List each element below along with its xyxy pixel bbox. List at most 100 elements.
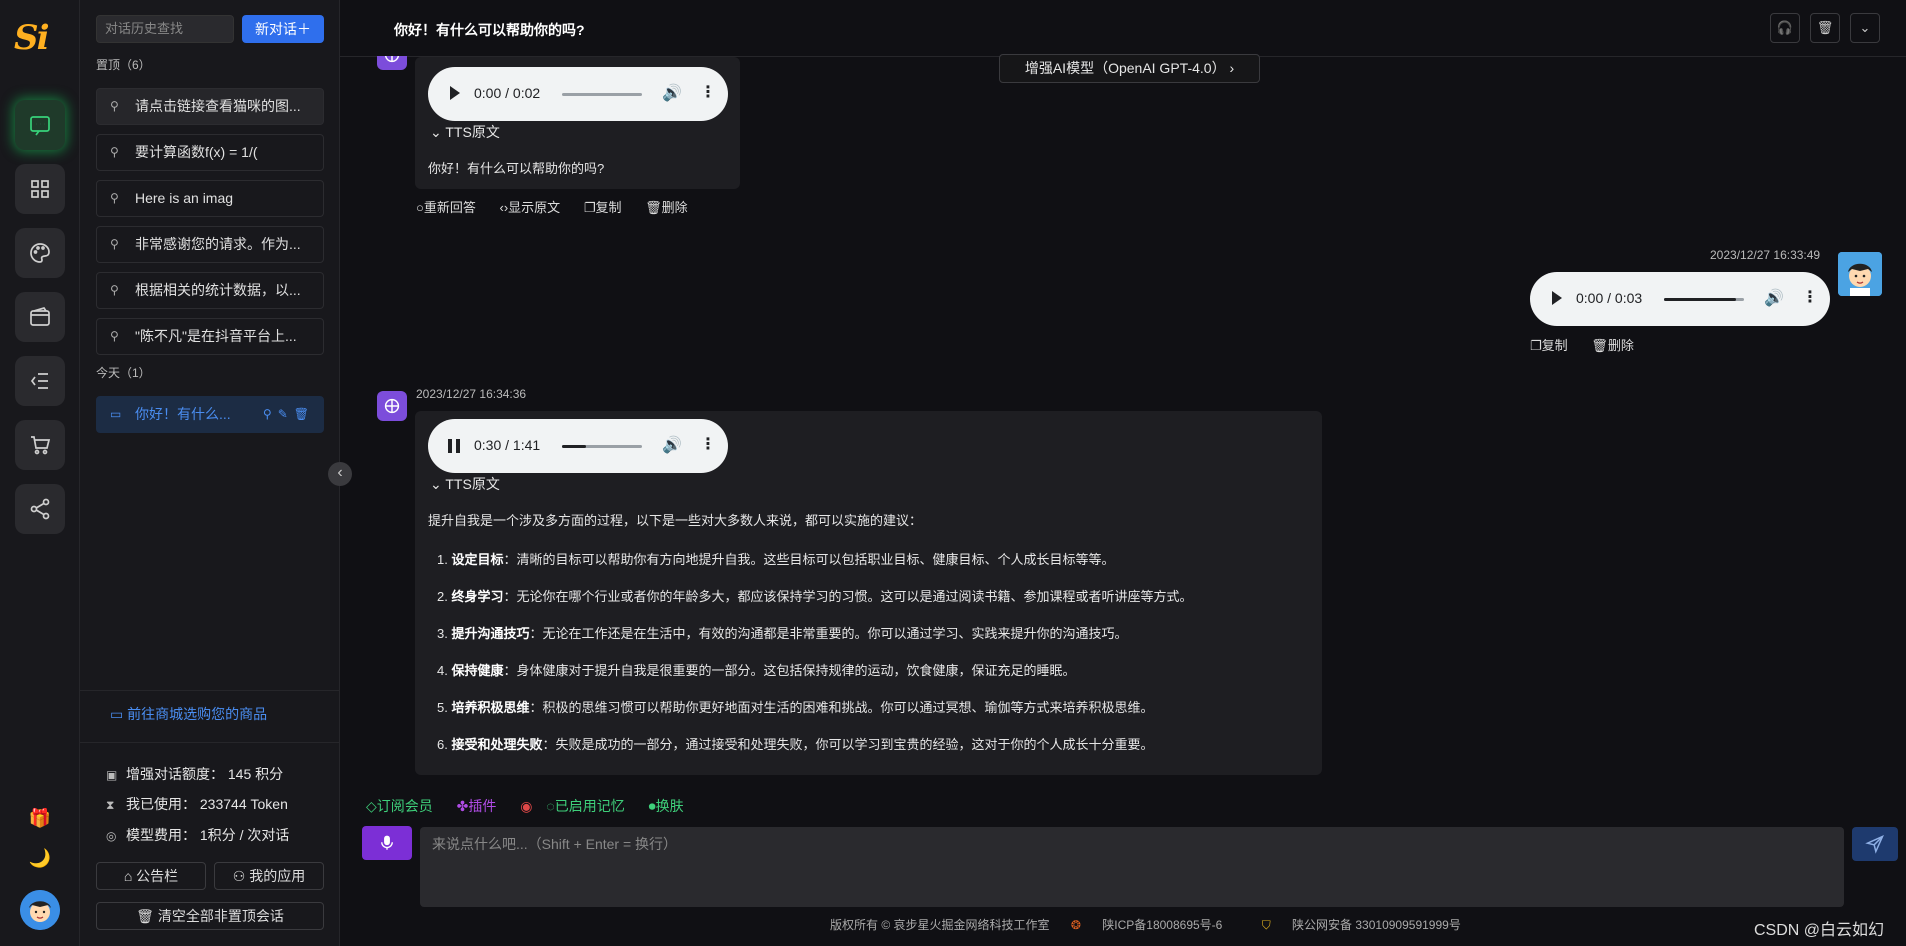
memory-button[interactable]: ◌已启用记忆 — [546, 798, 634, 814]
list-item: 2. 终身学习：无论你在哪个行业或者你的年龄多大，都应该保持学习的习惯。这可以是… — [437, 589, 1193, 604]
pinned-group-label: 置顶（6） — [96, 58, 151, 72]
new-chat-button[interactable]: 新对话＋ — [242, 15, 324, 43]
pause-icon[interactable] — [448, 439, 460, 453]
copy-button[interactable]: ❐复制 — [584, 200, 632, 215]
notice-button[interactable]: ⌂ 公告栏 — [96, 862, 206, 890]
delete-button[interactable]: 🗑删除 — [1591, 338, 1644, 353]
rail-shop-button[interactable] — [15, 420, 65, 470]
share-icon — [30, 498, 50, 520]
audio-progress-track[interactable] — [562, 445, 642, 448]
watermark: CSDN @白云如幻 — [1754, 922, 1885, 939]
regenerate-button[interactable]: ○重新回答 — [416, 200, 486, 215]
pin-icon: ⚲ — [110, 191, 119, 205]
message-timestamp: 2023/12/27 16:34:36 — [416, 387, 527, 401]
left-rail: Si 🎁 🌙 — [0, 0, 80, 946]
record-icon[interactable]: ◉ — [520, 798, 532, 814]
clear-history-button[interactable]: 🗑 清空全部非置顶会话 — [96, 902, 324, 930]
send-icon — [1865, 835, 1884, 854]
microphone-icon — [381, 835, 393, 850]
history-search-input[interactable]: 对话历史查找 — [96, 15, 234, 43]
collapse-sidebar-button[interactable]: ‹ — [328, 462, 352, 486]
delete-chat-button[interactable]: 🗑 — [1810, 13, 1840, 43]
skin-toggle[interactable]: ⏺换肤 — [649, 798, 694, 814]
more-vertical-icon[interactable]: ⋮ — [700, 82, 716, 102]
icp-link[interactable]: ❂ 陕ICP备18008695号-6 — [1071, 918, 1240, 932]
pin-icon: ⚲ — [110, 145, 119, 159]
input-toolbar: ◇订阅会员 ✤插件 ◉ ◌已启用记忆 ⏺换肤 — [366, 796, 704, 816]
hourglass-icon: ⧗ — [106, 798, 115, 812]
chat-header: 你好！有什么可以帮助你的吗? 🎧 🗑 ⌄ — [340, 0, 1906, 57]
copyright-text: 版权所有 © 哀步星火掘金网络科技工作室 — [830, 918, 1050, 932]
gift-icon[interactable]: 🎁 — [28, 806, 52, 830]
rail-chat-button[interactable] — [15, 100, 65, 150]
today-group-label: 今天（1） — [96, 366, 151, 380]
balance-stat: ▣ 增强对话额度： 145 积分 — [106, 766, 284, 782]
history-item[interactable]: ⚲ 要计算函数f(x) = 1/( — [96, 134, 324, 171]
volume-icon[interactable]: 🔊 — [662, 435, 682, 455]
audio-progress-track[interactable] — [1664, 298, 1744, 301]
copy-button[interactable]: ❐复制 — [1530, 338, 1578, 353]
play-icon[interactable] — [1552, 291, 1562, 305]
tts-toggle[interactable]: ⌄ TTS原文 — [430, 122, 500, 142]
pin-icon: ⚲ — [110, 99, 119, 113]
play-icon[interactable] — [450, 86, 460, 100]
audio-player[interactable]: 0:00 / 0:03 🔊 ⋮ — [1530, 272, 1830, 326]
list-item: 5. 培养积极思维：积极的思维习惯可以帮助你更好地面对生活的困难和挑战。你可以通… — [437, 700, 1154, 715]
audio-time: 0:00 / 0:03 — [1576, 290, 1643, 306]
rail-apps-button[interactable] — [15, 164, 65, 214]
history-item[interactable]: ⚲ 请点击链接查看猫咪的图... — [96, 88, 324, 125]
openai-icon — [384, 398, 400, 414]
history-panel: 对话历史查找 新对话＋ 置顶（6） ⚲ 请点击链接查看猫咪的图... ⚲ 要计算函数… — [80, 0, 340, 946]
volume-icon[interactable]: 🔊 — [1764, 288, 1784, 308]
delete-button[interactable]: 🗑删除 — [645, 200, 698, 215]
rail-draw-button[interactable] — [15, 228, 65, 278]
show-source-button[interactable]: ‹›显示原文 — [500, 200, 571, 215]
rail-share-button[interactable] — [15, 484, 65, 534]
more-vertical-icon[interactable]: ⋮ — [700, 434, 716, 454]
user-avatar-small[interactable] — [20, 890, 60, 930]
send-button[interactable] — [1852, 827, 1898, 861]
more-vertical-icon[interactable]: ⋮ — [1802, 287, 1818, 307]
history-item[interactable]: ⚲ "陈不凡"是在抖音平台上... — [96, 318, 324, 355]
cart-icon — [31, 436, 51, 455]
divider — [80, 690, 340, 691]
subscribe-button[interactable]: ◇订阅会员 — [366, 798, 443, 814]
rail-list-button[interactable] — [15, 356, 65, 406]
model-selector[interactable]: 增强AI模型（OpenAI GPT-4.0） › — [999, 54, 1260, 83]
audio-player[interactable]: 0:30 / 1:41 🔊 ⋮ — [428, 419, 728, 473]
user-message-actions: ❐复制 🗑删除 — [1530, 335, 1654, 354]
police-link[interactable]: ⛉ 陕公网安备 33010909591999号 — [1262, 918, 1479, 932]
headset-button[interactable]: 🎧 — [1770, 13, 1800, 43]
message-input[interactable]: 来说点什么吧...（Shift + Enter = 换行） — [420, 827, 1844, 907]
history-item-active[interactable]: ▭ 你好！有什么... ⚲✎🗑 — [96, 396, 324, 433]
chat-bubble-icon: ▭ — [110, 407, 122, 421]
moon-icon[interactable]: 🌙 — [28, 846, 52, 870]
calendar-icon: ▣ — [106, 768, 118, 782]
bot-avatar — [377, 391, 407, 421]
audio-progress-track[interactable] — [562, 93, 642, 96]
bot-message-text: 你好！有什么可以帮助你的吗? — [428, 161, 605, 176]
list-icon — [30, 373, 48, 389]
police-badge-icon: ⛉ — [1261, 918, 1271, 932]
my-apps-button[interactable]: ⚇ 我的应用 — [214, 862, 324, 890]
grid-icon — [31, 180, 49, 198]
tts-toggle[interactable]: ⌄ TTS原文 — [430, 474, 500, 494]
history-item-actions[interactable]: ⚲✎🗑 — [263, 397, 315, 432]
rail-wallet-button[interactable] — [15, 292, 65, 342]
history-item[interactable]: ⚲ 非常感谢您的请求。作为... — [96, 226, 324, 263]
history-item[interactable]: ⚲ 根据相关的统计数据，以... — [96, 272, 324, 309]
history-item[interactable]: ⚲ Here is an imag — [96, 180, 324, 217]
audio-progress-fill — [1664, 298, 1736, 301]
audio-player[interactable]: 0:00 / 0:02 🔊 ⋮ — [428, 67, 728, 121]
shop-link[interactable]: ▭ 前往商城选购您的商品 — [110, 704, 267, 724]
mic-button[interactable] — [362, 826, 412, 860]
plugin-button[interactable]: ✤插件 — [457, 798, 507, 814]
more-dropdown-button[interactable]: ⌄ — [1850, 13, 1880, 43]
chevron-right-icon: › — [1229, 60, 1235, 76]
audio-time: 0:30 / 1:41 — [474, 437, 541, 453]
pin-icon: ⚲ — [110, 283, 119, 297]
bot-message-intro: 提升自我是一个涉及多方面的过程，以下是一些对大多数人来说，都可以实施的建议： — [428, 513, 923, 528]
list-item: 3. 提升沟通技巧：无论在工作还是在生活中，有效的沟通都是非常重要的。你可以通过… — [437, 626, 1128, 641]
audio-progress-fill — [562, 445, 586, 448]
volume-icon[interactable]: 🔊 — [662, 83, 682, 103]
